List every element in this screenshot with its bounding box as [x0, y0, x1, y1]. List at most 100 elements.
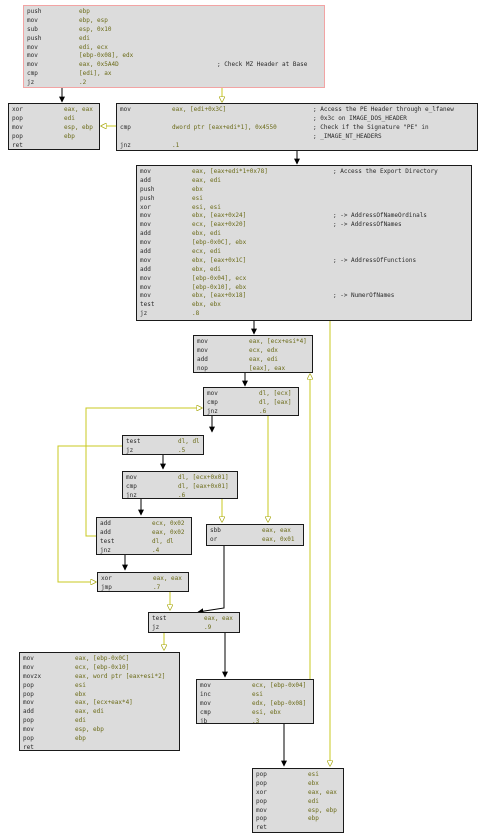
mnemonic: pop [256, 815, 267, 823]
instruction-line[interactable]: add ecx, 0x02 [100, 520, 188, 529]
instruction-line[interactable]: xor esi, esi [140, 204, 468, 213]
block-fail-not-found[interactable]: pop esi pop ebx xor eax, eax pop edi mov esp, ebp… [252, 768, 344, 833]
instruction-line[interactable]: ret [12, 142, 96, 149]
instruction-line[interactable]: mov dl, [ecx] [207, 390, 295, 399]
instruction-line[interactable]: xor eax, eax [12, 106, 96, 115]
instruction-line[interactable]: jnz .1 [120, 142, 474, 150]
instruction-line[interactable]: xor eax, eax [256, 789, 340, 798]
instruction-line[interactable]: add ecx, edi [140, 248, 468, 257]
instruction-line[interactable]: movzx eax, word ptr [eax+esi*2] [23, 673, 176, 682]
instruction-line[interactable]: jz .8 [140, 310, 468, 319]
instruction-line[interactable]: push ebx [140, 186, 468, 195]
instruction-line[interactable]: pop ebp [256, 815, 340, 824]
instruction-line[interactable]: jz .9 [152, 624, 236, 632]
instruction-line[interactable]: pop ebp [12, 133, 96, 142]
instruction-line[interactable]: mov eax, [ebp-0x0C] [23, 655, 176, 664]
instruction-line[interactable]: mov esp, ebp [23, 726, 176, 735]
instruction-line[interactable]: add eax, 0x02 [100, 529, 188, 538]
instruction-line[interactable]: test ebx, ebx [140, 301, 468, 310]
instruction-line[interactable]: add ebx, edi [140, 230, 468, 239]
instruction-line[interactable]: pop ebx [23, 691, 176, 700]
instruction-line[interactable]: nop [eax], eax [197, 365, 309, 372]
instruction-line[interactable]: mov eax, [ecx+eax*4] [23, 699, 176, 708]
block-fail-no-mz[interactable]: xor eax, eax pop edi mov esp, ebp pop ebp ret [8, 103, 100, 150]
instruction-line[interactable]: or eax, 0x01 [210, 536, 300, 545]
instruction-line[interactable]: mov ebp, esp [27, 17, 321, 26]
instruction-line[interactable]: mov edi, ecx [27, 44, 321, 53]
block-entry[interactable]: push ebp mov ebp, esp sub esp, 0x10 push edi mov… [23, 5, 325, 88]
instruction-line[interactable]: cmp esi, ebx [200, 709, 310, 718]
instruction-line[interactable]: pop ebp [23, 735, 176, 744]
mnemonic: push [140, 194, 155, 202]
block-test-dl[interactable]: test dl, dl jz .5 [122, 435, 204, 455]
instruction-line[interactable]: jz .5 [126, 447, 200, 454]
instruction-line[interactable]: add eax, edi [140, 177, 468, 186]
mnemonic: mov [140, 292, 151, 300]
instruction-line[interactable]: pop esi [23, 682, 176, 691]
instruction-line[interactable]: inc esi [200, 691, 310, 700]
instruction-line[interactable]: ret [256, 824, 340, 832]
instruction-line[interactable]: mov ebx, [eax+0x24] ; -> AddressOfNameOrdi… [140, 212, 468, 221]
instruction-line[interactable]: mov ebx, [eax+0x1C] ; -> AddressOfFunction… [140, 257, 468, 266]
instruction-line[interactable]: test eax, eax [152, 615, 236, 624]
instruction-line[interactable]: mov esp, ebp [12, 124, 96, 133]
instruction-line[interactable]: pop esi [256, 771, 340, 780]
block-match[interactable]: xor eax, eax jmp .7 [97, 572, 189, 592]
block-loop-next[interactable]: mov ecx, [ebp-0x04] inc esi mov edx, [ebp-0x0… [196, 679, 314, 724]
block-advance[interactable]: add ecx, 0x02 add eax, 0x02 test dl, dl jnz .4 [96, 517, 192, 555]
instruction-line[interactable]: mov [ebp-0x04], ecx [140, 275, 468, 284]
instruction-line[interactable]: push edi [27, 35, 321, 44]
instruction-line[interactable]: mov ecx, [eax+0x20] ; -> AddressOfNames [140, 221, 468, 230]
instruction-line[interactable]: add ebx, edi [140, 266, 468, 275]
instruction-line[interactable]: mov eax, [edi+0x3C] ; Access the PE Header… [120, 106, 474, 115]
instruction-line[interactable]: ret [23, 744, 176, 750]
block-export-dir[interactable]: mov eax, [eax+edi*1+0x78] ; Access the Exp… [136, 165, 472, 321]
instruction-line[interactable]: add eax, edi [197, 356, 309, 365]
block-pe-check[interactable]: mov eax, [edi+0x3C] ; Access the PE Header… [116, 103, 478, 151]
instruction-line[interactable]: ; _IMAGE_NT_HEADERS [120, 133, 474, 142]
instruction-line[interactable]: cmp dword ptr [eax+edi*1], 0x4550 ; Check … [120, 124, 474, 133]
instruction-line[interactable]: cmp dl, [eax+0x01] [126, 483, 234, 492]
comment: ; Access the Export Directory [333, 168, 438, 175]
instruction-line[interactable]: mov eax, [ecx+esi*4] [197, 338, 309, 347]
instruction-line[interactable]: mov eax, [eax+edi*1+0x78] ; Access the Exp… [140, 168, 468, 177]
instruction-line[interactable]: mov eax, 0x5A4D ; Check MZ Header at Base [27, 61, 321, 70]
instruction-line[interactable]: mov edx, [ebp-0x08] [200, 700, 310, 709]
instruction-line[interactable]: pop ebx [256, 780, 340, 789]
instruction-line[interactable]: test dl, dl [100, 538, 188, 547]
instruction-line[interactable]: pop edi [12, 115, 96, 124]
instruction-line[interactable]: jz .2 [27, 79, 321, 87]
instruction-line[interactable]: pop edi [256, 798, 340, 807]
block-test-result[interactable]: test eax, eax jz .9 [148, 612, 240, 633]
instruction-line[interactable]: cmp [edi], ax [27, 70, 321, 79]
instruction-line[interactable]: sbb eax, eax [210, 527, 300, 536]
instruction-line[interactable]: pop edi [23, 717, 176, 726]
instruction-line[interactable]: mov ecx, edx [197, 347, 309, 356]
instruction-line[interactable]: jnz .6 [207, 408, 295, 415]
instruction-line[interactable]: mov [ebp-0x08], edx [27, 52, 321, 61]
block-cmp-byte0[interactable]: mov dl, [ecx] cmp dl, [eax] jnz .6 [203, 387, 299, 416]
instruction-line[interactable]: xor eax, eax [101, 575, 185, 584]
instruction-line[interactable]: push esi [140, 195, 468, 204]
instruction-line[interactable]: jnz .4 [100, 547, 188, 554]
instruction-line[interactable]: sub esp, 0x10 [27, 26, 321, 35]
instruction-line[interactable]: mov ecx, [ebp-0x04] [200, 682, 310, 691]
instruction-line[interactable]: mov ebx, [eax+0x18] ; -> NumerOfNames [140, 292, 468, 301]
instruction-line[interactable]: mov [ebp-0x10], ebx [140, 284, 468, 293]
instruction-line[interactable]: push ebp [27, 8, 321, 17]
block-sbb[interactable]: sbb eax, eax or eax, 0x01 [206, 524, 304, 546]
instruction-line[interactable]: mov [ebp-0x0C], ebx [140, 239, 468, 248]
instruction-line[interactable]: mov ecx, [ebp-0x10] [23, 664, 176, 673]
block-found[interactable]: mov eax, [ebp-0x0C] mov ecx, [ebp-0x10] movz… [19, 652, 180, 751]
instruction-line[interactable]: test dl, dl [126, 438, 200, 447]
instruction-line[interactable]: jmp .7 [101, 584, 185, 591]
instruction-line[interactable]: jnz .6 [126, 492, 234, 498]
instruction-line[interactable]: ; 0x3c on IMAGE_DOS_HEADER [120, 115, 474, 124]
instruction-line[interactable]: jb .3 [200, 718, 310, 723]
block-cmp-byte1[interactable]: mov dl, [ecx+0x01] cmp dl, [eax+0x01] jnz .6 [122, 471, 238, 499]
instruction-line[interactable]: add eax, edi [23, 708, 176, 717]
instruction-line[interactable]: mov dl, [ecx+0x01] [126, 474, 234, 483]
instruction-line[interactable]: cmp dl, [eax] [207, 399, 295, 408]
block-loop-head[interactable]: mov eax, [ecx+esi*4] mov ecx, edx add eax, ed… [193, 335, 313, 373]
instruction-line[interactable]: mov esp, ebp [256, 807, 340, 816]
